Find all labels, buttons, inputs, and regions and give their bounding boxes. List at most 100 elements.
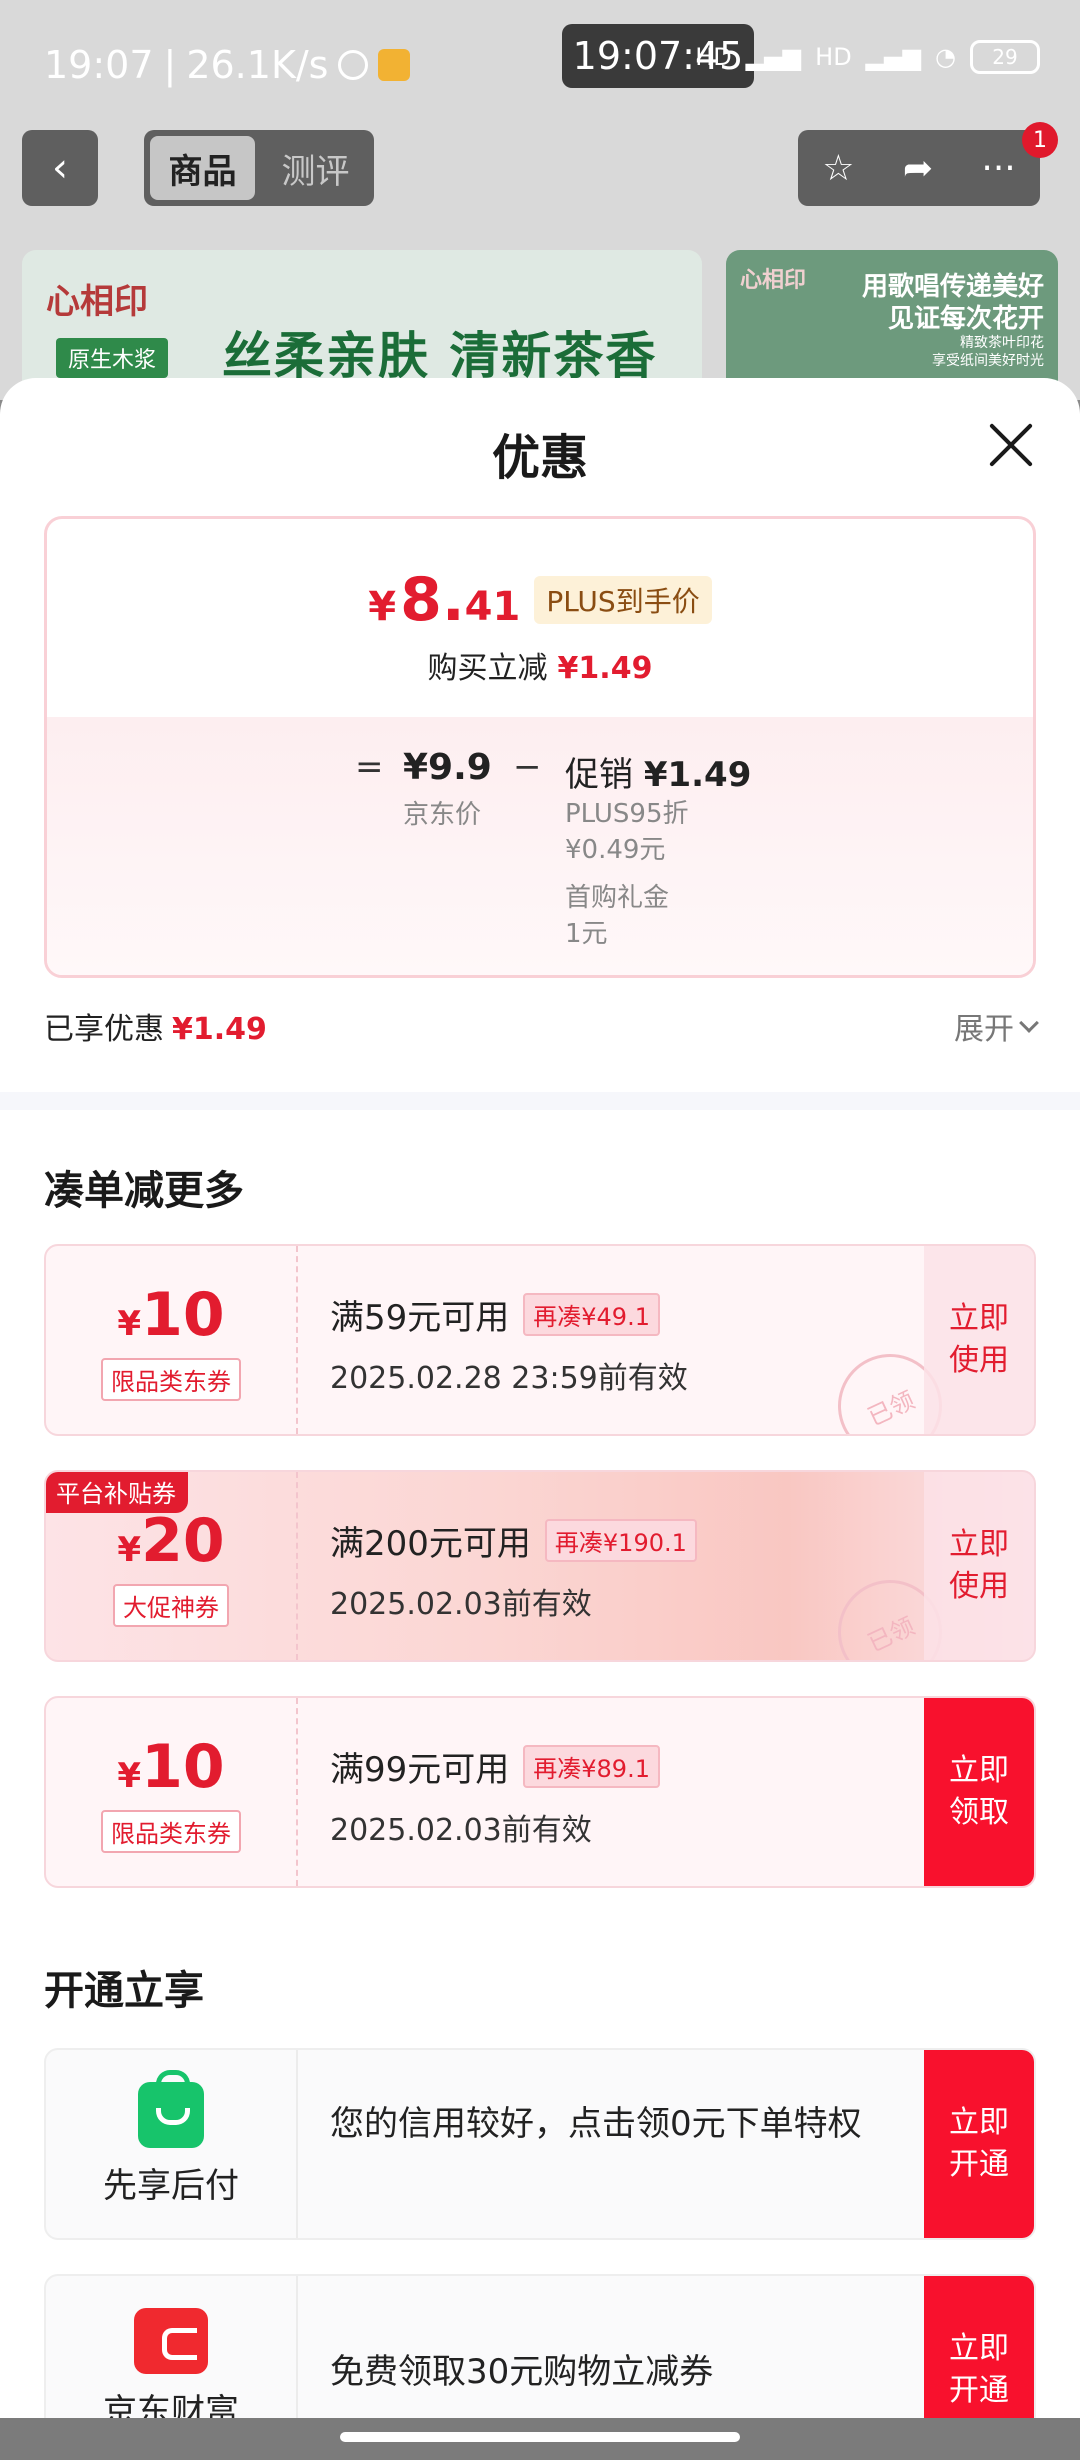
- gesture-bar: [0, 2418, 1080, 2460]
- coupon-type: 限品类东券: [101, 1357, 241, 1401]
- expand-button[interactable]: 展开: [954, 1004, 1039, 1048]
- coupon-info: 满59元可用 再凑¥49.1 2025.02.28 23:59前有效: [330, 1290, 688, 1397]
- notification-badge: 1: [1022, 122, 1058, 158]
- notification-app-icon: [378, 49, 411, 81]
- promo-sub1: PLUS95折: [565, 799, 689, 829]
- platform-subsidy-flag: 平台补贴券: [46, 1472, 188, 1513]
- reduce-label: 购买立减: [427, 651, 548, 686]
- enjoyed-value: ¥1.49: [172, 1012, 267, 1047]
- service-description: 您的信用较好，点击领0元下单特权: [330, 2104, 862, 2144]
- tab-product[interactable]: 商品: [150, 136, 255, 200]
- coupon-type: 限品类东券: [101, 1809, 241, 1853]
- coupon-validity: 2025.02.28 23:59前有效: [330, 1361, 688, 1396]
- coupon-amount-value: 10: [141, 1279, 225, 1350]
- coupon-validity: 2025.02.03前有效: [330, 1813, 592, 1848]
- coupon-card: ¥ 20 大促神券 平台补贴券 满200元可用 再凑¥190.1 2025.02…: [44, 1470, 1036, 1662]
- section-divider: [0, 1092, 1080, 1110]
- banner-secondary-brand: 心相印: [740, 268, 807, 293]
- plus-price-tag: PLUS到手价: [534, 576, 712, 624]
- coupon-card: ¥ 10 限品类东券 满99元可用 再凑¥89.1 2025.02.03前有效 …: [44, 1696, 1036, 1888]
- wifi-icon: ◔: [935, 43, 956, 71]
- shopping-bag-icon: [138, 2069, 204, 2148]
- coupon-yen: ¥: [117, 1529, 142, 1570]
- coupon-amount: ¥ 10: [117, 1280, 224, 1350]
- service-name: 先享后付: [103, 2165, 239, 2206]
- coupon-yen: ¥: [117, 1755, 142, 1796]
- use-coupon-button[interactable]: 立即 使用: [924, 1472, 1034, 1660]
- coupon-amount-value: 10: [141, 1731, 225, 1802]
- service-card: 先享后付 您的信用较好，点击领0元下单特权 立即 开通: [44, 2048, 1036, 2240]
- action-group: ☆ ➦ ···: [798, 130, 1040, 206]
- banner-secondary-line3: 精致茶叶印花: [960, 335, 1044, 351]
- reduce-line: 购买立减 ¥1.49: [47, 643, 1033, 687]
- home-indicator[interactable]: [340, 2432, 740, 2442]
- coupon-condition-line: 满200元可用 再凑¥190.1: [330, 1516, 697, 1565]
- wallet-icon: [134, 2307, 208, 2374]
- signal-hd-icon: HD: [695, 43, 732, 71]
- enjoyed-discount: 已享优惠 ¥1.49: [44, 1004, 267, 1048]
- banner-tag: 原生木浆: [56, 338, 169, 378]
- promo-value: ¥1.49: [643, 755, 752, 795]
- service-description: 免费领取30元购物立减券: [330, 2352, 714, 2392]
- minus-sign: −: [513, 747, 542, 787]
- price-breakdown: ¥ 8. 41 PLUS到手价 购买立减 ¥1.49 = ¥9.9 京东价 − 促…: [44, 516, 1036, 978]
- discount-sheet: 优惠 ¥ 8. 41 PLUS到手价 购买立减 ¥1.49 = ¥9.9 京东价 …: [0, 378, 1080, 2418]
- jd-price-label: 京东价: [403, 800, 482, 830]
- plus-price-line: ¥ 8. 41 PLUS到手价: [47, 565, 1033, 635]
- banner-brand: 心相印: [46, 282, 148, 322]
- sheet-title: 优惠: [491, 430, 588, 486]
- coupon-more-needed: 再凑¥49.1: [523, 1293, 660, 1336]
- tab-group: 商品 测评: [144, 130, 374, 206]
- coupon-type: 大促神券: [113, 1583, 229, 1627]
- chevron-down-icon: [1019, 1013, 1039, 1033]
- signal-bars-icon-2: ▂▄▆: [865, 43, 922, 71]
- share-icon[interactable]: ➦: [903, 148, 933, 189]
- use-coupon-button[interactable]: 立即 使用: [924, 1246, 1034, 1434]
- star-icon[interactable]: ☆: [822, 148, 854, 189]
- battery-icon: 29: [970, 40, 1040, 74]
- coupon-yen: ¥: [117, 1303, 142, 1344]
- coupons-section-title: 凑单减更多: [44, 1168, 244, 1214]
- service-brand-block: 京东财富: [46, 2276, 298, 2418]
- status-separator: |: [163, 43, 177, 87]
- coupon-condition: 满99元可用: [330, 1750, 510, 1790]
- status-speed: 26.1K/s: [186, 43, 329, 87]
- service-brand-block: 先享后付: [46, 2050, 298, 2238]
- promo-sub3: 首购礼金: [565, 883, 670, 913]
- status-right: HD ▂▄▆ HD ▂▄▆ ◔ 29: [695, 40, 1040, 74]
- coupon-condition-line: 满59元可用 再凑¥49.1: [330, 1290, 688, 1339]
- equals-sign: =: [355, 747, 384, 787]
- status-left: 19:07 | 26.1K/s: [44, 43, 411, 87]
- tab-review[interactable]: 测评: [263, 136, 368, 200]
- nav-row: ‹ 商品 测评 ☆ ➦ ··· 1: [22, 122, 1058, 206]
- coupon-condition: 满59元可用: [330, 1298, 510, 1338]
- more-icon[interactable]: ···: [981, 148, 1015, 189]
- coupon-amount: ¥ 10: [117, 1732, 224, 1802]
- coupon-amount-value: 20: [141, 1505, 225, 1576]
- enjoyed-label: 已享优惠: [44, 1012, 164, 1047]
- activate-button[interactable]: 立即 开通: [924, 2276, 1034, 2418]
- signal-hd-icon-2: HD: [815, 43, 852, 71]
- banner-secondary-line2: 见证每次花开: [887, 304, 1044, 334]
- back-button[interactable]: ‹: [22, 130, 98, 206]
- expand-label: 展开: [954, 1012, 1014, 1047]
- signal-bars-icon: ▂▄▆: [745, 43, 802, 71]
- coupon-value-block: ¥ 10 限品类东券: [46, 1246, 298, 1434]
- service-name: 京东财富: [103, 2391, 239, 2419]
- coupon-info: 满200元可用 再凑¥190.1 2025.02.03前有效: [330, 1516, 697, 1623]
- promo-sub4: 1元: [565, 919, 608, 949]
- plus-price-frac: 41: [464, 584, 521, 630]
- close-icon[interactable]: [986, 420, 1036, 470]
- jd-price-block: ¥9.9 京东价: [403, 747, 492, 831]
- service-card: 京东财富 免费领取30元购物立减券 立即 开通: [44, 2274, 1036, 2418]
- coupon-card: ¥ 10 限品类东券 满59元可用 再凑¥49.1 2025.02.28 23:…: [44, 1244, 1036, 1436]
- coupon-amount: ¥ 20: [117, 1506, 224, 1576]
- claim-coupon-button[interactable]: 立即 领取: [924, 1698, 1034, 1886]
- coupon-info: 满99元可用 再凑¥89.1 2025.02.03前有效: [330, 1742, 660, 1849]
- coupon-more-needed: 再凑¥89.1: [523, 1745, 660, 1788]
- promo-line: 促销 ¥1.49: [565, 747, 751, 796]
- coupon-validity: 2025.02.03前有效: [330, 1587, 592, 1622]
- activate-button[interactable]: 立即 开通: [924, 2050, 1034, 2238]
- reduce-value: ¥1.49: [557, 651, 653, 686]
- coupon-condition: 满200元可用: [330, 1524, 531, 1564]
